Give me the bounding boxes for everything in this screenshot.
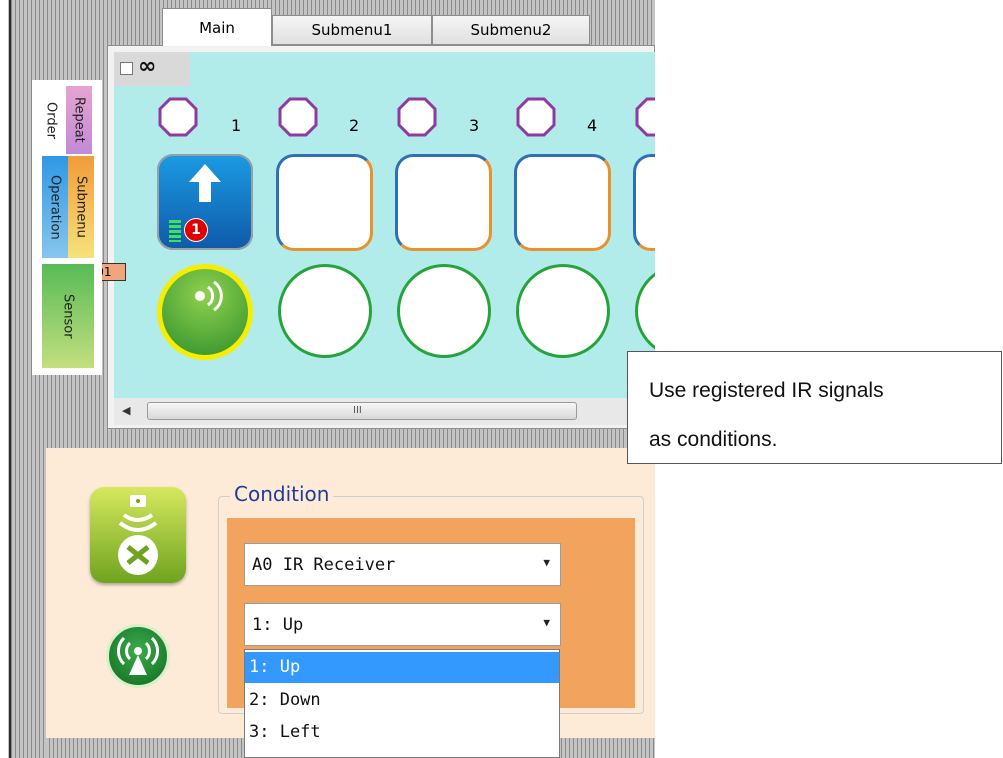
sensor-inner [162, 269, 248, 355]
operation-slot-2[interactable] [276, 154, 373, 251]
repeat-slot-1[interactable] [158, 97, 198, 137]
callout-line-1: Use registered IR signals [649, 379, 884, 402]
scroll-left-arrow-icon[interactable]: ◀ [122, 404, 130, 417]
signal-select-value: 1: Up [252, 615, 304, 635]
step-number: 1 [231, 116, 242, 135]
block-palette: Order Repeat Operation Submenu Sensor [32, 80, 102, 375]
operation-slot-5[interactable] [633, 154, 655, 251]
ir-signal-icon [195, 280, 223, 312]
device-select-value: A0 IR Receiver [252, 555, 396, 575]
operation-block-forward[interactable]: 1 [157, 154, 253, 250]
callout-line-2: as conditions. [649, 428, 778, 451]
tab-submenu1[interactable]: Submenu1 [272, 15, 432, 45]
repeat-slot-5[interactable] [635, 97, 655, 137]
palette-sensor[interactable]: Sensor [42, 264, 94, 368]
dropdown-option[interactable]: 2: Down [245, 685, 559, 716]
sensor-slot-4[interactable] [516, 264, 610, 358]
arrow-up-icon [189, 164, 221, 202]
sensor-slot-2[interactable] [278, 264, 372, 358]
device-select[interactable]: A0 IR Receiver ▼ [244, 543, 561, 586]
scrollbar-thumb[interactable]: III [147, 402, 577, 420]
scrollbar-grip: III [353, 405, 362, 416]
callout-box: Use registered IR signals as conditions. [627, 351, 1002, 464]
signal-dropdown-list[interactable]: 1: Up 2: Down 3: Left [244, 649, 560, 758]
infinity-icon: ∞ [138, 54, 157, 79]
dropdown-option[interactable]: 1: Up [245, 652, 559, 683]
antenna-icon [106, 624, 170, 688]
horizontal-scrollbar[interactable]: ◀ III [114, 398, 655, 425]
palette-operation[interactable]: Operation [42, 156, 68, 258]
step-number: 3 [469, 116, 480, 135]
window-margin [0, 0, 8, 758]
repeat-slot-2[interactable] [278, 97, 318, 137]
step-number: 2 [349, 116, 360, 135]
tab-main[interactable]: Main [162, 8, 272, 46]
loop-toggle[interactable]: ∞ [114, 52, 190, 86]
operation-count-badge: 1 [184, 218, 208, 242]
editor-window: Main Submenu1 Submenu2 ∞ 1 2 3 4 1 ◀ III… [0, 0, 655, 758]
step-number: 4 [587, 116, 598, 135]
dropdown-option[interactable]: 3: Left [245, 717, 559, 748]
palette-order[interactable]: Order [38, 86, 64, 154]
program-canvas[interactable]: ∞ 1 2 3 4 1 [114, 52, 655, 398]
condition-title: Condition [230, 482, 334, 506]
signal-select[interactable]: 1: Up ▼ [244, 603, 561, 646]
operation-slot-4[interactable] [514, 154, 611, 251]
palette-repeat[interactable]: Repeat [66, 86, 92, 154]
sensor-slot-3[interactable] [397, 264, 491, 358]
tab-submenu2[interactable]: Submenu2 [432, 15, 590, 45]
palette-submenu[interactable]: Submenu [68, 156, 94, 258]
ir-receiver-icon [90, 487, 186, 583]
loop-checkbox[interactable] [120, 62, 133, 75]
chevron-down-icon[interactable]: ▼ [543, 616, 550, 629]
sensor-block-ir[interactable] [157, 264, 253, 360]
repeat-slot-3[interactable] [397, 97, 437, 137]
repeat-slot-4[interactable] [516, 97, 556, 137]
window-border [9, 0, 11, 758]
sensor-slot-5[interactable] [635, 264, 655, 358]
operation-slot-3[interactable] [395, 154, 492, 251]
speed-level-icon [169, 220, 181, 242]
chevron-down-icon[interactable]: ▼ [543, 556, 550, 569]
